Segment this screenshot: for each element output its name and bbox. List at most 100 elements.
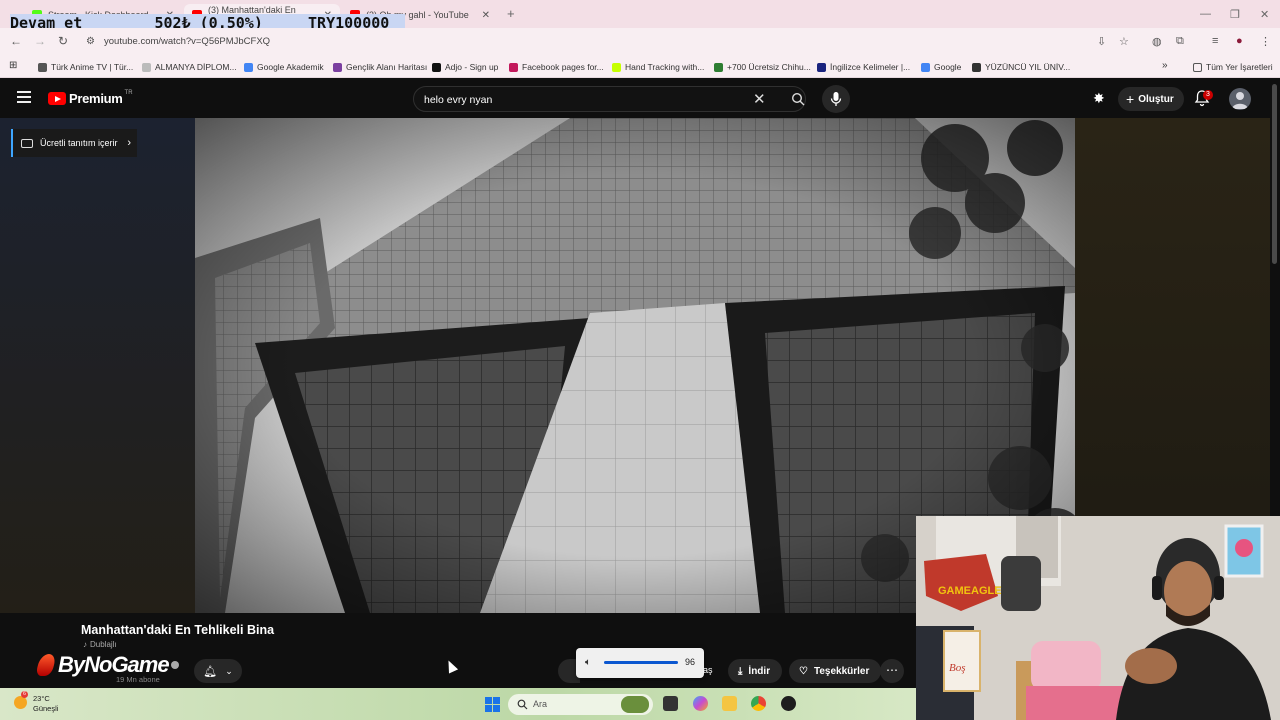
thanks-button[interactable]: ♡ Teşekkürler — [789, 659, 882, 683]
hamburger-menu-icon[interactable] — [17, 91, 31, 106]
avatar[interactable] — [1229, 88, 1251, 110]
windows-start-icon[interactable] — [485, 697, 500, 712]
more-actions-button[interactable]: ⋯ — [880, 659, 904, 683]
bookmark-label: YÜZÜNCÜ YIL ÜNİV... — [985, 62, 1071, 72]
page-scrollbar[interactable] — [1272, 84, 1277, 264]
extensions-icon[interactable]: ⧉ — [1176, 35, 1184, 48]
volume-slider[interactable] — [604, 661, 678, 664]
bookmark-label: ALMANYA DİPLOM... — [155, 62, 237, 72]
taskbar-search-placeholder: Ara — [533, 699, 548, 709]
bookmark-item[interactable]: Google — [921, 62, 961, 72]
bookmark-favicon-icon — [921, 62, 930, 72]
forward-arrow-icon[interactable]: → — [34, 34, 46, 48]
youtube-premium-logo[interactable]: Premium TR — [48, 90, 133, 106]
folder-icon — [1193, 62, 1202, 72]
copilot-icon[interactable] — [693, 696, 708, 711]
download-button[interactable]: ⤓ İndir — [728, 659, 783, 683]
bookmark-label: Google Akademik — [257, 62, 324, 72]
maximize-icon[interactable]: ❐ — [1230, 8, 1240, 21]
file-explorer-icon[interactable] — [722, 696, 737, 711]
browser-menu-icon[interactable]: ⋮ — [1260, 35, 1271, 48]
chrome-icon[interactable] — [751, 696, 766, 711]
download-icon: ⤓ — [738, 665, 743, 677]
install-app-icon[interactable]: ⇩ — [1097, 35, 1106, 48]
bookmarks-bar: ⊞ Türk Anime TV | Tür... ALMANYA DİPLOM.… — [0, 56, 1280, 78]
share-button[interactable]: aş — [703, 665, 713, 675]
thanks-label: Teşekkürler — [813, 665, 870, 677]
mouse-cursor — [443, 658, 459, 674]
bookmark-label: Türk Anime TV | Tür... — [51, 62, 134, 72]
search-icon[interactable] — [791, 92, 805, 106]
apps-grid-icon[interactable]: ⊞ — [9, 60, 17, 71]
chevron-down-icon: ⌄ — [225, 665, 233, 676]
thanks-heart-icon: ♡ — [799, 665, 808, 677]
bookmark-item[interactable]: YÜZÜNCÜ YIL ÜNİV... — [972, 62, 1070, 72]
bell-icon: 🔔︎ — [203, 665, 218, 678]
bookmark-label: Adjo - Sign up — [445, 62, 499, 72]
reload-icon[interactable]: ↻ — [58, 34, 68, 48]
voice-search-button[interactable] — [822, 85, 850, 113]
bookmark-item[interactable]: Türk Anime TV | Tür... — [38, 62, 133, 72]
bookmark-label: +700 Ücretsiz Chihu... — [727, 62, 811, 72]
subscription-bell-button[interactable]: 🔔︎ ⌄ — [194, 659, 242, 683]
bookmark-item[interactable]: Google Akademik — [244, 62, 324, 72]
new-tab-button[interactable]: + — [507, 6, 515, 21]
create-label: Oluştur — [1138, 93, 1174, 105]
bookmark-item[interactable]: Facebook pages for... — [509, 62, 604, 72]
search-box[interactable]: helo evry nyan ✕ — [413, 86, 806, 112]
cast-icon[interactable]: ✸ — [1093, 90, 1105, 107]
bookmark-label: Facebook pages for... — [522, 62, 604, 72]
all-bookmarks-label: Tüm Yer İşaretleri — [1206, 62, 1273, 72]
search-highlight-icon — [621, 696, 649, 713]
webcam-image: GAMEAGLE Boş — [916, 516, 1280, 720]
bookmark-item[interactable]: +700 Ücretsiz Chihu... — [714, 62, 811, 72]
dubbed-badge: ♪ Dublajlı — [83, 640, 117, 649]
user-avatar-icon — [1232, 92, 1248, 109]
back-arrow-icon[interactable]: ← — [10, 34, 22, 48]
bookmark-favicon-icon — [714, 62, 723, 72]
bookmark-item[interactable]: ALMANYA DİPLOM... — [142, 62, 237, 72]
subscriber-count: 19 Mn abone — [116, 675, 160, 684]
bookmark-favicon-icon — [817, 62, 826, 72]
windows-taskbar: 6 23°C Güneşli Ara — [0, 688, 916, 720]
translate-icon[interactable]: ◍ — [1152, 35, 1162, 48]
bookmarks-overflow-button[interactable]: » — [1162, 60, 1168, 71]
weather-condition[interactable]: Güneşli — [33, 704, 58, 713]
bookmark-star-icon[interactable]: ☆ — [1119, 35, 1129, 48]
ambient-left-pane — [0, 118, 195, 613]
taskbar-search-box[interactable]: Ara — [508, 694, 653, 715]
promo-label: Ücretli tanıtım içerir — [40, 138, 118, 148]
streamer-webcam: GAMEAGLE Boş — [916, 516, 1280, 720]
volume-popup[interactable]: 🔈︎ 96 — [576, 648, 704, 678]
bookmark-favicon-icon — [142, 62, 151, 72]
svg-text:Boş: Boş — [949, 662, 966, 674]
create-button[interactable]: + Oluştur — [1118, 87, 1184, 111]
profile-icon[interactable]: ● — [1236, 35, 1243, 47]
bookmark-favicon-icon — [509, 62, 518, 72]
url-field[interactable]: youtube.com/watch?v=Q56PMJbCFXQ — [104, 36, 270, 47]
all-bookmarks-button[interactable]: Tüm Yer İşaretleri — [1193, 62, 1273, 72]
media-controls-icon[interactable]: ≡ — [1212, 35, 1218, 47]
bookmark-item[interactable]: Adjo - Sign up — [432, 62, 498, 72]
task-view-icon[interactable] — [663, 696, 678, 711]
minimize-icon[interactable]: — — [1200, 8, 1211, 20]
obs-studio-icon[interactable] — [781, 696, 796, 711]
bookmark-favicon-icon — [432, 62, 441, 72]
clear-search-icon[interactable]: ✕ — [753, 90, 766, 108]
paid-promotion-badge[interactable]: Ücretli tanıtım içerir › — [11, 129, 137, 157]
site-info-icon[interactable]: ⚙ — [86, 36, 95, 47]
close-window-icon[interactable]: ✕ — [1260, 8, 1269, 21]
youtube-play-icon — [48, 92, 66, 105]
bookmark-item[interactable]: Gençlik Alanı Haritası — [333, 62, 427, 72]
search-icon — [517, 699, 528, 710]
bookmark-item[interactable]: İngilizce Kelimeler |... — [817, 62, 910, 72]
tab-close-icon[interactable]: ✕ — [482, 10, 490, 21]
bookmark-favicon-icon — [244, 62, 253, 72]
download-label: İndir — [748, 665, 771, 677]
bookmark-favicon-icon — [38, 62, 47, 72]
bookmark-label: İngilizce Kelimeler |... — [830, 62, 911, 72]
weather-temperature[interactable]: 23°C — [33, 694, 50, 703]
search-input[interactable]: helo evry nyan — [424, 94, 492, 106]
plus-icon: + — [1126, 91, 1135, 107]
bookmark-item[interactable]: Hand Tracking with... — [612, 62, 704, 72]
